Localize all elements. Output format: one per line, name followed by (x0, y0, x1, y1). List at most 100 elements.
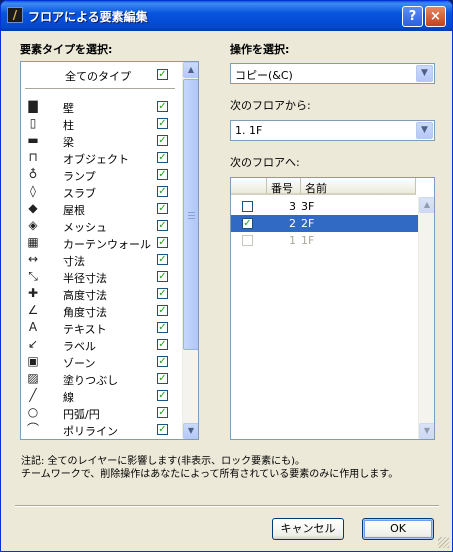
type-checkbox[interactable]: ✓ (157, 118, 168, 129)
archicad-app-icon: / (7, 7, 23, 23)
arrow-down-icon: ▼ (423, 426, 431, 435)
column-icon: ▯ (29, 116, 37, 130)
from-floor-select[interactable]: 1. 1F ▼ (230, 120, 435, 141)
checkbox-column-header[interactable] (231, 178, 267, 195)
element-type-list[interactable]: 全てのタイプ ✓ ▇ 壁 ✓ ▯ 柱 ✓ ▬ 梁 ✓ ⊓ オブジェクト ✓ ♁ ランプ ✓ ◊ スラブ ✓ ◆ 屋根 ✓… (20, 61, 199, 440)
type-row[interactable]: ▨ 塗りつぶし ✓ (21, 370, 181, 387)
scroll-down-button[interactable]: ▼ (183, 423, 198, 439)
element-list-scrollbar[interactable]: ▲ ▼ (182, 62, 198, 439)
scroll-down-button[interactable]: ▼ (419, 423, 434, 439)
type-row[interactable]: ◊ スラブ ✓ (21, 183, 181, 200)
ok-button[interactable]: OK (362, 518, 434, 540)
type-label: 梁 (63, 136, 74, 149)
type-checkbox[interactable]: ✓ (157, 220, 168, 231)
type-label: 塗りつぶし (63, 374, 119, 387)
type-checkbox[interactable]: ✓ (157, 169, 168, 180)
operation-label: 操作を選択: (230, 43, 290, 56)
floor-list-scrollbar[interactable]: ▲ ▼ (418, 197, 434, 439)
type-row[interactable]: ╱ 線 ✓ (21, 387, 181, 404)
operation-select[interactable]: コピー(&C) ▼ (230, 63, 435, 84)
type-checkbox[interactable]: ✓ (157, 135, 168, 146)
type-row[interactable]: ♁ ランプ ✓ (21, 166, 181, 183)
type-checkbox[interactable]: ✓ (157, 390, 168, 401)
chevron-down-icon[interactable]: ▼ (416, 122, 433, 139)
floor-name: 3F (301, 200, 315, 213)
type-row[interactable]: ▇ 壁 ✓ (21, 98, 181, 115)
lamp-icon: ♁ (28, 167, 38, 181)
chevron-down-icon[interactable]: ▼ (416, 65, 433, 82)
type-row[interactable]: ⊓ オブジェクト ✓ (21, 149, 181, 166)
floor-row[interactable]: 1 1F (231, 232, 418, 249)
dialog-window: / フロアによる要素編集 ? × 要素タイプを選択: 全てのタイプ ✓ ▇ 壁 ✓ ▯… (0, 0, 453, 552)
type-checkbox[interactable]: ✓ (157, 152, 168, 163)
level-dimension-icon: ✚ (27, 286, 39, 300)
name-column-header[interactable]: 名前 (301, 178, 416, 195)
floor-checkbox[interactable]: ✓ (242, 218, 253, 229)
line-icon: ╱ (29, 388, 37, 402)
type-row[interactable]: ∠ 角度寸法 ✓ (21, 302, 181, 319)
floor-checkbox[interactable] (242, 201, 253, 212)
from-floor-label: 次のフロアから: (230, 99, 311, 112)
type-label: 寸法 (63, 255, 85, 268)
floor-name: 2F (301, 217, 315, 230)
close-button[interactable]: × (425, 6, 446, 27)
type-checkbox[interactable]: ✓ (157, 356, 168, 367)
type-row[interactable]: ↙ ラベル ✓ (21, 336, 181, 353)
scroll-thumb[interactable] (183, 79, 198, 350)
type-row[interactable]: ◆ 屋根 ✓ (21, 200, 181, 217)
type-checkbox[interactable]: ✓ (157, 271, 168, 282)
scroll-up-button[interactable]: ▲ (419, 197, 434, 213)
type-row[interactable]: ◈ メッシュ ✓ (21, 217, 181, 234)
type-checkbox[interactable]: ✓ (157, 186, 168, 197)
type-row[interactable]: ▯ 柱 ✓ (21, 115, 181, 132)
type-checkbox[interactable]: ✓ (157, 373, 168, 384)
object-icon: ⊓ (28, 150, 38, 164)
type-row[interactable]: ✚ 高度寸法 ✓ (21, 285, 181, 302)
type-label: 線 (63, 391, 74, 404)
type-checkbox[interactable]: ✓ (157, 322, 168, 333)
type-label: 壁 (63, 102, 74, 115)
type-checkbox[interactable]: ✓ (157, 288, 168, 299)
type-row[interactable]: ⌒ ポリライン ✓ (21, 421, 181, 438)
beam-icon: ▬ (27, 133, 39, 147)
type-checkbox[interactable]: ✓ (157, 203, 168, 214)
resize-grip[interactable] (438, 537, 449, 548)
grip-line (188, 215, 195, 216)
type-row[interactable]: ○ 円弧/円 ✓ (21, 404, 181, 421)
type-label: 円弧/円 (63, 408, 100, 421)
from-floor-value: 1. 1F (235, 124, 263, 137)
floor-row[interactable]: ✓ 2 2F (231, 215, 418, 232)
help-button[interactable]: ? (402, 6, 423, 27)
angle-dimension-icon: ∠ (27, 303, 39, 317)
type-label: 高度寸法 (63, 289, 107, 302)
all-types-label: 全てのタイプ (65, 70, 131, 83)
type-checkbox[interactable]: ✓ (157, 305, 168, 316)
type-checkbox[interactable]: ✓ (157, 407, 168, 418)
all-types-row[interactable]: 全てのタイプ ✓ (21, 66, 181, 83)
type-checkbox[interactable]: ✓ (157, 254, 168, 265)
number-column-header[interactable]: 番号 (267, 178, 301, 195)
all-types-checkbox[interactable]: ✓ (157, 69, 168, 80)
cancel-button[interactable]: キャンセル (272, 518, 344, 540)
type-row[interactable]: ↔ 寸法 ✓ (21, 251, 181, 268)
type-row[interactable]: ▣ ゾーン ✓ (21, 353, 181, 370)
floor-checkbox[interactable] (242, 235, 253, 246)
scroll-up-button[interactable]: ▲ (183, 62, 198, 78)
to-floor-list[interactable]: 番号 名前 3 3F ✓ 2 2F 1 1F ▲ ▼ (230, 177, 435, 440)
footer-separator (15, 505, 439, 507)
title-bar[interactable]: / フロアによる要素編集 ? × (1, 1, 452, 31)
type-row[interactable]: ▦ カーテンウォール ✓ (21, 234, 181, 251)
type-checkbox[interactable]: ✓ (157, 237, 168, 248)
type-checkbox[interactable]: ✓ (157, 101, 168, 112)
type-row[interactable]: ▬ 梁 ✓ (21, 132, 181, 149)
operation-value: コピー(&C) (235, 69, 293, 82)
type-checkbox[interactable]: ✓ (157, 339, 168, 350)
question-icon: ? (408, 9, 417, 24)
floor-row[interactable]: 3 3F (231, 198, 418, 215)
type-checkbox[interactable]: ✓ (157, 424, 168, 435)
arrow-down-icon: ▼ (187, 426, 195, 435)
floor-number: 1 (289, 234, 296, 247)
type-row[interactable]: ⤡ 半径寸法 ✓ (21, 268, 181, 285)
type-row[interactable]: A テキスト ✓ (21, 319, 181, 336)
arc-icon: ○ (27, 405, 39, 419)
